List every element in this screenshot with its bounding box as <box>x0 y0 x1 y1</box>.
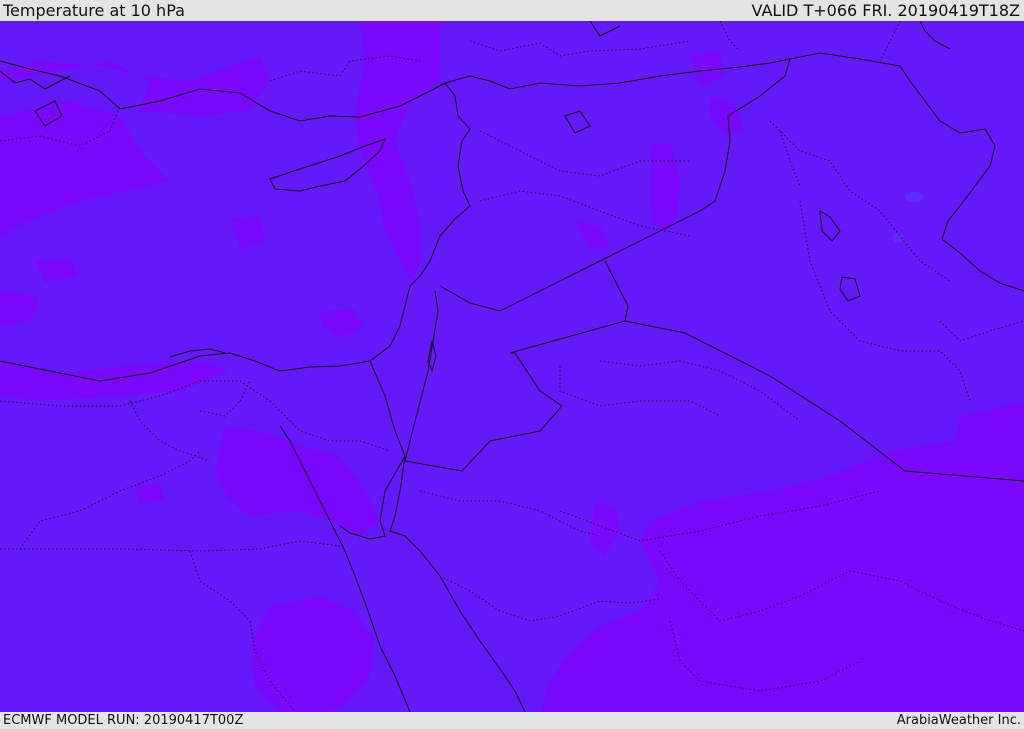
warm-region-west-lobe <box>0 101 170 236</box>
warm-region-arabia <box>540 401 1024 712</box>
warm-region-west-edge <box>0 291 40 326</box>
warm-region-turkey-east <box>690 51 725 86</box>
crete-north <box>169 348 226 358</box>
warm-region-levant-band <box>355 21 440 283</box>
aqaba-red-sea-east <box>389 455 526 712</box>
lake-iraq-2 <box>839 276 861 302</box>
warm-region-nile <box>215 426 380 536</box>
caspian-coast <box>919 21 951 50</box>
map-canvas <box>0 21 1024 712</box>
warm-region-cyprus-sea <box>230 216 265 249</box>
cold-spot-iran <box>905 192 923 202</box>
warm-region-sea-spot <box>35 259 78 283</box>
warm-region-sea-spot-2 <box>320 309 365 339</box>
model-run: ECMWF MODEL RUN: 20190417T00Z <box>3 713 244 728</box>
valid-time: VALID T+066 FRI. 20190419T18Z <box>751 1 1020 20</box>
cold-spots <box>893 192 923 243</box>
black-sea-coast <box>589 21 621 37</box>
footer-bar: ECMWF MODEL RUN: 20190417T00Z ArabiaWeat… <box>0 712 1024 729</box>
warm-region-egypt-coast <box>0 361 230 401</box>
jordan-border <box>404 290 629 472</box>
header-bar: Temperature at 10 hPa VALID T+066 FRI. 2… <box>0 0 1024 21</box>
map-title: Temperature at 10 hPa <box>3 1 185 20</box>
warm-region-syria-spot <box>650 141 680 231</box>
sinai-east-border <box>369 360 406 457</box>
warm-region-jordan-spot <box>575 221 610 249</box>
warm-region-sudan <box>250 596 375 712</box>
weather-map[interactable] <box>0 21 1024 712</box>
warm-region-med-spot <box>135 483 165 505</box>
syria-jordan-border <box>439 58 791 312</box>
credit: ArabiaWeather Inc. <box>896 713 1021 728</box>
lake-iraq <box>819 210 841 242</box>
lake-syria <box>564 110 591 134</box>
warm-region-sinai-spot <box>590 501 620 556</box>
warm-regions <box>0 21 1024 712</box>
